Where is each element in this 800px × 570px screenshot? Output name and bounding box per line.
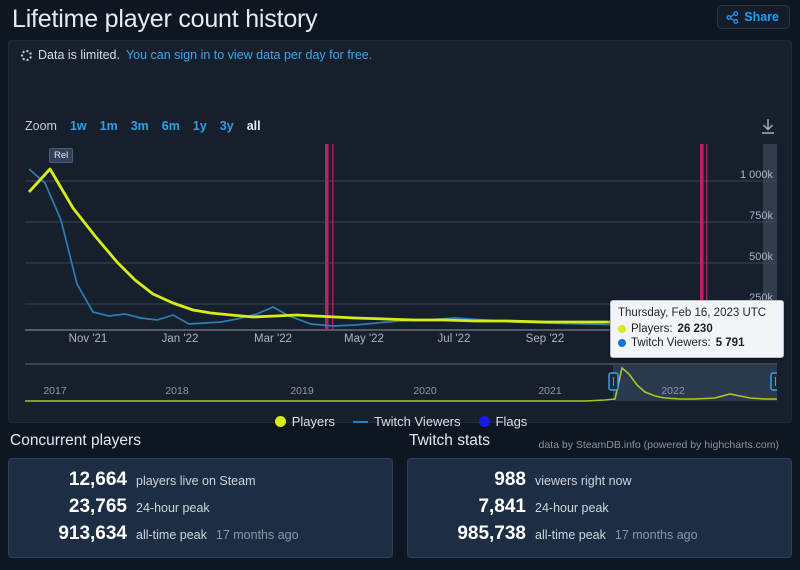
twitch-dot-icon (618, 339, 626, 348)
stat-label-24h-peak-viewers: 24-hour peak (535, 501, 609, 515)
navigator-selection (613, 365, 777, 401)
twitch-line-icon (353, 420, 369, 423)
stat-label-alltime-peak-viewers: all-time peak (535, 528, 606, 542)
y-axis-tick-1000k: 1 000k (739, 169, 773, 181)
y-axis-tick-500k: 500k (749, 251, 773, 263)
download-icon[interactable] (759, 117, 777, 142)
zoom-label: Zoom (25, 119, 57, 133)
range-button-all[interactable]: all (247, 119, 261, 133)
navigator-tick-2021: 2021 (538, 385, 562, 397)
legend-item-twitch-viewers[interactable]: Twitch Viewers (353, 414, 461, 429)
navigator-svg (25, 363, 777, 402)
page-title: Lifetime player count history (12, 5, 318, 33)
x-axis-tick-nov21: Nov '21 (68, 333, 108, 345)
range-button-1w[interactable]: 1w (70, 119, 87, 133)
notice-text: Data is limited. (38, 48, 120, 62)
chart-legend: Players Twitch Viewers Flags (9, 414, 793, 429)
stat-value-viewers-now: 988 (494, 469, 526, 490)
chart-navigator[interactable]: 2017 2018 2019 2020 2021 2022 (25, 363, 777, 403)
stat-label-24h-peak-players: 24-hour peak (136, 501, 210, 515)
share-button-label: Share (744, 10, 779, 24)
tooltip-twitch-label: Twitch Viewers: (631, 337, 711, 349)
sign-in-link[interactable]: You can sign in to view data per day for… (126, 48, 372, 62)
tooltip-row-twitch: Twitch Viewers: 5 791 (618, 336, 776, 351)
twitch-stats-panel: Twitch stats 988 viewers right now 7,841… (407, 432, 792, 570)
range-button-3m[interactable]: 3m (131, 119, 149, 133)
twitch-stats-heading: Twitch stats (409, 432, 490, 449)
navigator-tick-2022: 2022 (661, 385, 685, 397)
legend-label-flags: Flags (495, 414, 528, 429)
navigator-tick-2019: 2019 (290, 385, 314, 397)
tooltip-twitch-value: 5 791 (715, 337, 745, 349)
concurrent-players-box: 12,664 players live on Steam 23,765 24-h… (8, 458, 393, 558)
twitch-stats-box: 988 viewers right now 7,841 24-hour peak… (407, 458, 792, 558)
loading-spinner-icon (21, 49, 32, 61)
stat-row-alltime-peak-viewers: 985,738 all-time peak 17 months ago (422, 523, 777, 545)
stat-row-24h-peak-players: 23,765 24-hour peak (23, 496, 378, 518)
concurrent-players-heading: Concurrent players (10, 432, 141, 449)
stat-label-viewers-now: viewers right now (535, 474, 632, 488)
tooltip-date: Thursday, Feb 16, 2023 UTC (618, 307, 767, 319)
legend-item-players[interactable]: Players (274, 414, 336, 429)
stat-row-live-on-steam: 12,664 players live on Steam (23, 469, 378, 491)
navigator-tick-2017: 2017 (43, 385, 67, 397)
x-axis-tick-jul22: Jul '22 (437, 333, 471, 345)
tooltip-players-value: 26 230 (677, 322, 713, 335)
chart-card: Data is limited. You can sign in to view… (8, 40, 792, 451)
x-axis-tick-mar22: Mar '22 (254, 333, 292, 345)
tooltip-row-players: Players: 26 230 (618, 322, 776, 337)
navigator-tick-2020: 2020 (413, 385, 437, 397)
x-axis-tick-sep22: Sep '22 (525, 333, 565, 345)
stat-sub-alltime-peak-viewers: 17 months ago (614, 528, 698, 542)
steamdb-player-count-page: Lifetime player count history Share Data… (0, 0, 800, 570)
flags-dot-icon (478, 416, 490, 427)
navigator-handle-left (608, 372, 619, 391)
concurrent-players-panel: Concurrent players 12,664 players live o… (8, 432, 393, 570)
x-axis-tick-jan22: Jan '22 (161, 333, 199, 345)
stats-section: Concurrent players 12,664 players live o… (0, 432, 800, 570)
stat-row-alltime-peak-players: 913,634 all-time peak 17 months ago (23, 523, 378, 545)
legend-item-flags[interactable]: Flags (478, 414, 528, 429)
stat-value-live-on-steam: 12,664 (68, 469, 127, 490)
navigator-handle-right (770, 372, 777, 391)
share-nodes-icon (726, 10, 739, 24)
stat-value-24h-peak-viewers: 7,841 (478, 496, 526, 517)
range-button-1m[interactable]: 1m (100, 119, 118, 133)
stat-row-24h-peak-viewers: 7,841 24-hour peak (422, 496, 777, 518)
data-limited-notice: Data is limited. You can sign in to view… (21, 48, 372, 62)
range-button-1y[interactable]: 1y (193, 119, 207, 133)
stat-value-alltime-peak-players: 913,634 (58, 523, 127, 544)
stat-row-viewers-now: 988 viewers right now (422, 469, 777, 491)
stat-label-alltime-peak-players: all-time peak (136, 528, 207, 542)
players-dot-icon (618, 324, 626, 333)
y-axis-tick-750k: 750k (749, 210, 773, 222)
players-dot-icon (274, 416, 286, 427)
navigator-tick-2018: 2018 (165, 385, 189, 397)
stat-label-live-on-steam: players live on Steam (136, 474, 256, 488)
flag-label-release[interactable]: Rel (49, 148, 74, 163)
x-axis-tick-may22: May '22 (344, 333, 384, 345)
share-button[interactable]: Share (717, 5, 790, 29)
chart-tooltip: Thursday, Feb 16, 2023 UTC Players: 26 2… (610, 300, 784, 358)
stat-value-alltime-peak-viewers: 985,738 (457, 523, 526, 544)
stat-value-24h-peak-players: 23,765 (68, 496, 127, 517)
page-header: Lifetime player count history (0, 0, 800, 38)
tooltip-players-label: Players: (631, 322, 673, 335)
stat-sub-alltime-peak-players: 17 months ago (215, 528, 299, 542)
range-button-3y[interactable]: 3y (220, 119, 234, 133)
range-button-6m[interactable]: 6m (162, 119, 180, 133)
legend-label-players: Players (291, 414, 336, 429)
legend-label-twitch-viewers: Twitch Viewers (374, 414, 461, 429)
range-selector: Zoom 1w 1m 3m 6m 1y 3y all (25, 119, 261, 133)
